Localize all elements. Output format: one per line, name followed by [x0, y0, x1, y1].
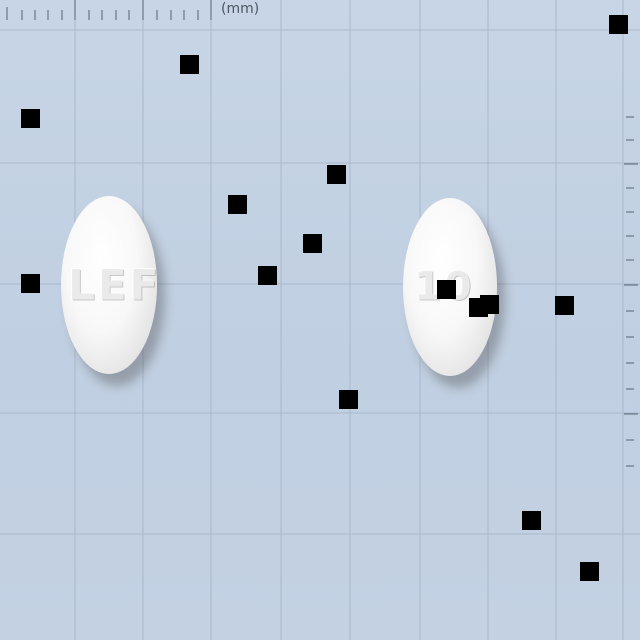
occlusion-marker — [522, 511, 541, 530]
occlusion-marker — [180, 55, 199, 74]
pill-left-imprint: LEF — [68, 260, 162, 310]
occlusion-marker — [21, 109, 40, 128]
occlusion-marker — [437, 280, 456, 299]
occlusion-marker — [555, 296, 574, 315]
occlusion-marker — [303, 234, 322, 253]
occlusion-marker — [339, 390, 358, 409]
pill-left: LEF — [61, 196, 158, 374]
pill-identification-photo: (mm) LEF 10 — [0, 0, 640, 640]
occlusion-marker — [480, 295, 499, 314]
occlusion-marker — [258, 266, 277, 285]
occlusion-marker — [327, 165, 346, 184]
occlusion-marker — [580, 562, 599, 581]
occlusion-marker — [228, 195, 247, 214]
ruler-unit-label: (mm) — [221, 1, 260, 17]
occlusion-marker — [609, 15, 628, 34]
occlusion-marker — [21, 274, 40, 293]
